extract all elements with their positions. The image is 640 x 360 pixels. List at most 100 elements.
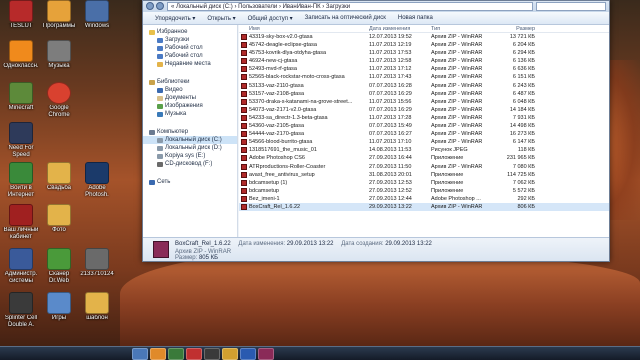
computer-icon — [149, 129, 155, 135]
desktop-icon-admin[interactable]: Администр. системы — [2, 248, 40, 285]
desktop-icon-music[interactable]: Музыка — [40, 40, 78, 70]
file-row[interactable]: 46924-new-cj-gtasa 11.07.2013 12:58 Архив … — [239, 57, 609, 65]
taskbar-app-button[interactable] — [168, 348, 184, 360]
file-row[interactable]: 54233-sa_directr-1.3-beta-gtasa 11.07.201… — [239, 114, 609, 122]
file-row[interactable]: ATRproductions-Roller-Coaster 27.09.2013 … — [239, 163, 609, 171]
desktop-icon-photo[interactable]: Фото — [40, 204, 78, 234]
desktop-icon-nfs[interactable]: Need For Speed — [2, 122, 40, 159]
file-row[interactable]: Adobe Photoshop CS6 27.09.2013 16:44 Прило… — [239, 154, 609, 162]
file-name-text: 54360-vaz-2105-gtasa — [249, 123, 305, 130]
desktop-icon-minecraft[interactable]: Minecraft — [2, 82, 40, 112]
column-size[interactable]: Размер — [493, 25, 535, 32]
winrar-archive-icon — [153, 241, 169, 258]
open-button[interactable]: Открыть ▾ — [207, 15, 235, 22]
file-row[interactable]: Bez_imeni-1 27.09.2013 12:44 Adobe Photosh… — [239, 195, 609, 203]
column-type[interactable]: Тип — [431, 25, 493, 32]
nav-desktop-2[interactable]: Рабочий стол — [143, 52, 237, 60]
taskbar-app-button[interactable] — [204, 348, 220, 360]
taskbar-app-button[interactable] — [150, 348, 166, 360]
desktop-icon-odnoklassniki[interactable]: Одноклассн. — [2, 40, 40, 70]
file-icon — [241, 82, 247, 89]
share-button[interactable]: Общий доступ ▾ — [248, 15, 293, 22]
nav-favorites[interactable]: Избранное — [143, 28, 237, 36]
desktop-icon-windows[interactable]: Windows — [78, 0, 116, 30]
nav-recent[interactable]: Недавние места — [143, 60, 237, 68]
file-type: Архив ZIP - WinRAR — [431, 114, 483, 121]
file-row[interactable]: 53133-vaz-2110-gtasa 07.07.2013 16:28 Архи… — [239, 82, 609, 90]
desktop-icon-drweb[interactable]: Сканер Dr.Web — [40, 248, 78, 285]
desktop-icon-programs[interactable]: Программы — [40, 0, 78, 30]
file-icon — [241, 147, 247, 154]
nav-computer[interactable]: Компьютер — [143, 128, 237, 136]
file-date: 27.09.2013 11:50 — [369, 163, 412, 170]
file-size: 6 636 КБ — [512, 66, 535, 73]
admin-icon — [9, 248, 33, 270]
forward-icon[interactable] — [156, 2, 164, 10]
taskbar-app-button[interactable] — [222, 348, 238, 360]
column-date[interactable]: Дата изменения — [369, 25, 431, 32]
nav-downloads[interactable]: Загрузки — [143, 36, 237, 44]
nav-drive-e[interactable]: Kopiya sys (E:) — [143, 152, 237, 160]
file-type: Архив ZIP - WinRAR — [431, 58, 483, 65]
address-path[interactable]: « Локальный диск (C:) › Пользователи › И… — [167, 2, 533, 11]
file-row[interactable]: 54360-vaz-2105-gtasa 07.07.2013 15:49 Архи… — [239, 122, 609, 130]
file-row[interactable]: avast_free_antivirus_setup 31.08.2013 20:… — [239, 171, 609, 179]
desktop-icon-games[interactable]: Игры — [40, 292, 78, 322]
taskbar-app-button[interactable] — [132, 348, 148, 360]
nav-pictures[interactable]: Изображения — [143, 102, 237, 110]
back-icon[interactable] — [146, 2, 154, 10]
file-name-text: 54566-blood-burrito-gtasa — [249, 139, 313, 146]
file-row[interactable]: 45742-deagle-eclipse-gtasa 11.07.2013 12:… — [239, 41, 609, 49]
file-row[interactable]: bdcamsetup 27.09.2013 12:52 Приложение 5 57… — [239, 187, 609, 195]
cd-drive-icon — [157, 161, 163, 167]
nav-drive-c[interactable]: Локальный диск (C:) — [143, 136, 237, 144]
nav-video[interactable]: Видео — [143, 86, 237, 94]
desktop-icon-teslut[interactable]: TESLUT — [2, 0, 40, 30]
file-type: Архив ZIP - WinRAR — [431, 34, 483, 40]
nav-drive-d[interactable]: Локальный диск (D:) — [143, 144, 237, 152]
file-row[interactable]: 54444-vaz-2170-gtasa 07.07.2013 16:27 Архи… — [239, 130, 609, 138]
taskbar-app-button[interactable] — [240, 348, 256, 360]
desktop-icon-photoshop[interactable]: Adobe Photosh. — [78, 162, 116, 199]
new-folder-button[interactable]: Новая папка — [398, 15, 433, 21]
file-row[interactable]: BoxCraft_Rel_1.6.22 29.09.2013 13:22 Архив… — [239, 202, 609, 212]
nav-libraries[interactable]: Библиотеки — [143, 78, 237, 86]
search-input[interactable] — [536, 2, 606, 11]
file-size: 292 КБ — [517, 195, 535, 202]
file-row[interactable]: 1318517691_the_music_01 14.08.2013 11:53 Р… — [239, 146, 609, 154]
desktop-icon-template[interactable]: шаблон — [78, 292, 116, 322]
file-row[interactable]: 52493-mvd-rf-gtasa 11.07.2013 17:12 Архив … — [239, 65, 609, 73]
column-name[interactable]: Имя — [239, 25, 369, 32]
taskbar-app-button[interactable] — [258, 348, 274, 360]
burn-button[interactable]: Записать на оптический диск — [305, 15, 386, 21]
taskbar-app-button[interactable] — [186, 348, 202, 360]
game-icon — [9, 292, 33, 314]
desktop-icon-cabinet[interactable]: Ваш личный кабинет — [2, 204, 40, 241]
file-name-text: ATRproductions-Roller-Coaster — [249, 163, 326, 170]
file-row[interactable]: bdcamsetup (1) 27.09.2013 12:53 Приложение… — [239, 179, 609, 187]
file-name: bdcamsetup — [239, 187, 369, 195]
file-row[interactable]: 43319-sky-box-v2.0-gtasa 12.07.2013 19:52… — [239, 33, 609, 41]
file-size: 6 136 КБ — [512, 58, 535, 65]
nav-desktop-1[interactable]: Рабочий стол — [143, 44, 237, 52]
nav-music[interactable]: Музыка — [143, 110, 237, 118]
desktop-icon-splinter-cell[interactable]: Splinter Cell Double A. — [2, 292, 40, 329]
desktop-icon-chrome[interactable]: Google Chrome — [40, 82, 78, 119]
desktop-icon-wedding[interactable]: Свадьба — [40, 162, 78, 192]
file-row[interactable]: 53157-vaz-2108-gtasa 07.07.2013 16:29 Архи… — [239, 90, 609, 98]
file-type: Архив ZIP - WinRAR — [431, 82, 483, 89]
nav-documents[interactable]: Документы — [143, 94, 237, 102]
file-row[interactable]: 45753-kovrik-dlya-otdyha-gtasa 11.07.2013… — [239, 49, 609, 57]
file-name: 53157-vaz-2108-gtasa — [239, 90, 369, 98]
nav-drive-f[interactable]: CD-дисковод (F:) — [143, 160, 237, 168]
file-row[interactable]: 52565-black-rockstar-moto-cross-gtasa 11.… — [239, 73, 609, 81]
organize-button[interactable]: Упорядочить ▾ — [155, 15, 195, 22]
file-row[interactable]: 54073-vaz-2171-v2.0-gtasa 07.07.2013 16:2… — [239, 106, 609, 114]
desktop-icon-internet[interactable]: Войти в Интернет — [2, 162, 40, 199]
file-date: 11.07.2013 17:12 — [369, 66, 412, 73]
desktop-icon-file[interactable]: 2133710124 — [78, 248, 116, 278]
file-row[interactable]: 54566-blood-burrito-gtasa 11.07.2013 17:1… — [239, 138, 609, 146]
file-size: 14 498 КБ — [509, 123, 535, 130]
nav-network[interactable]: Сеть — [143, 178, 237, 186]
file-row[interactable]: 53370-draka-s-katanami-na-grove-street..… — [239, 98, 609, 106]
